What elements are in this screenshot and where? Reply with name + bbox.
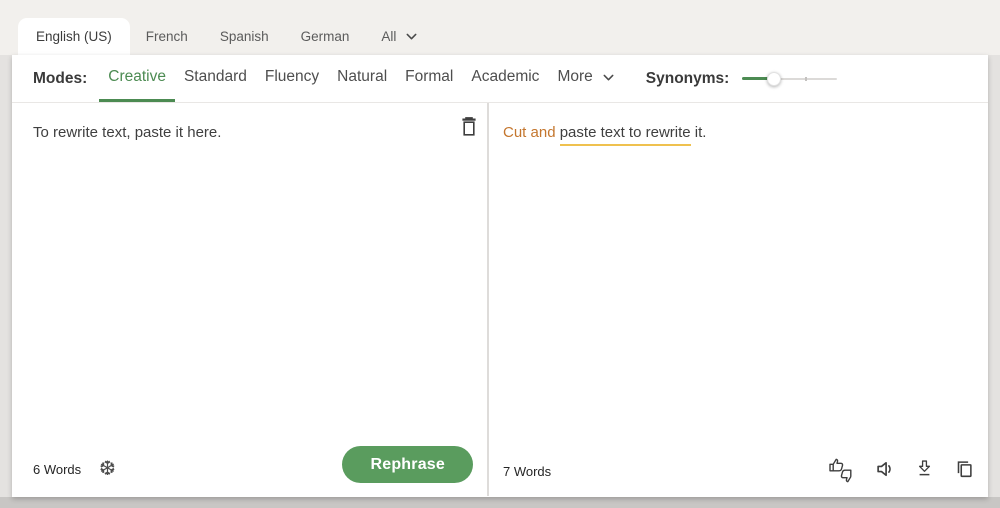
tab-french[interactable]: French bbox=[130, 18, 204, 55]
input-text[interactable]: To rewrite text, paste it here. bbox=[12, 103, 487, 164]
output-segment-underlined[interactable]: paste text to rewrite bbox=[560, 124, 691, 146]
input-word-count: 6 Words bbox=[33, 462, 81, 477]
more-label: More bbox=[557, 68, 592, 86]
mode-formal[interactable]: Formal bbox=[396, 55, 462, 102]
mode-fluency[interactable]: Fluency bbox=[256, 55, 328, 102]
mode-academic[interactable]: Academic bbox=[462, 55, 548, 102]
output-actions bbox=[828, 456, 975, 484]
mode-creative[interactable]: Creative bbox=[99, 55, 175, 102]
mode-more-dropdown[interactable]: More bbox=[548, 55, 623, 102]
output-segment-changed[interactable]: Cut and bbox=[503, 124, 560, 141]
output-word-count: 7 Words bbox=[503, 464, 551, 479]
mode-natural[interactable]: Natural bbox=[328, 55, 396, 102]
tab-german[interactable]: German bbox=[285, 18, 366, 55]
language-tabbar: English (US) French Spanish German All bbox=[0, 0, 1000, 55]
paraphraser-app: English (US) French Spanish German All M… bbox=[0, 0, 1000, 508]
editor-panels: To rewrite text, paste it here. 6 Words … bbox=[12, 103, 988, 496]
synonyms-slider-tick bbox=[805, 77, 807, 81]
output-panel: Cut and paste text to rewrite it. 7 Word… bbox=[489, 103, 988, 496]
chevron-down-icon bbox=[602, 71, 615, 84]
paraphraser-card: Modes: Creative Standard Fluency Natural… bbox=[12, 55, 988, 497]
tab-english-us[interactable]: English (US) bbox=[18, 18, 130, 55]
download-button[interactable] bbox=[914, 456, 935, 484]
input-footer: 6 Words ❆ bbox=[33, 459, 116, 479]
tab-label: German bbox=[301, 29, 350, 44]
chevron-down-icon bbox=[405, 30, 418, 43]
input-panel: To rewrite text, paste it here. 6 Words … bbox=[12, 103, 489, 496]
tab-label: Spanish bbox=[220, 29, 269, 44]
download-icon bbox=[914, 458, 935, 482]
modes-label: Modes: bbox=[33, 70, 87, 88]
feedback-button[interactable] bbox=[828, 456, 856, 484]
tab-label: All bbox=[381, 29, 396, 44]
copy-icon bbox=[953, 458, 975, 483]
synonyms-slider[interactable] bbox=[742, 71, 837, 87]
text-to-speech-button[interactable] bbox=[874, 456, 896, 484]
synonyms-label: Synonyms: bbox=[646, 70, 730, 88]
page-bottom-strip bbox=[0, 497, 1000, 508]
trash-icon bbox=[460, 125, 478, 140]
output-text[interactable]: Cut and paste text to rewrite it. bbox=[489, 103, 988, 164]
rephrase-button[interactable]: Rephrase bbox=[342, 446, 473, 483]
tab-label: English (US) bbox=[36, 29, 112, 44]
mode-standard[interactable]: Standard bbox=[175, 55, 256, 102]
tab-spanish[interactable]: Spanish bbox=[204, 18, 285, 55]
synonyms-slider-thumb[interactable] bbox=[767, 72, 781, 86]
modes-bar: Modes: Creative Standard Fluency Natural… bbox=[12, 55, 988, 103]
tab-all-languages[interactable]: All bbox=[365, 18, 434, 55]
delete-text-button[interactable] bbox=[459, 116, 479, 139]
freeze-words-button[interactable]: ❆ bbox=[99, 459, 116, 479]
freeze-words-icon: ❆ bbox=[99, 458, 116, 480]
speaker-icon bbox=[874, 458, 896, 483]
copy-button[interactable] bbox=[953, 456, 975, 484]
tab-label: French bbox=[146, 29, 188, 44]
feedback-thumbs-icon bbox=[828, 457, 856, 484]
output-footer: 7 Words bbox=[503, 464, 551, 479]
output-segment-plain[interactable]: it. bbox=[691, 124, 707, 141]
